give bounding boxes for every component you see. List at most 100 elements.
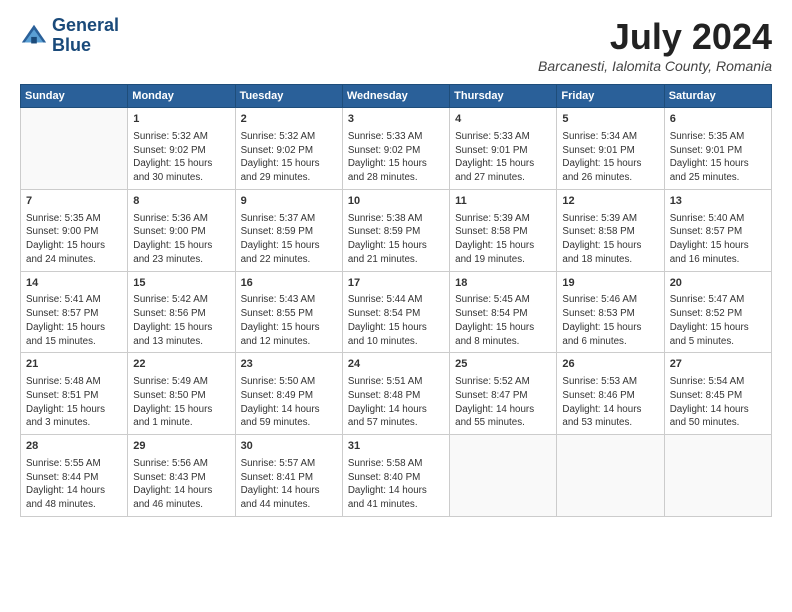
calendar-cell: 18Sunrise: 5:45 AM Sunset: 8:54 PM Dayli…	[450, 271, 557, 353]
day-number: 11	[455, 194, 551, 210]
main-title: July 2024	[538, 16, 772, 58]
calendar-cell: 26Sunrise: 5:53 AM Sunset: 8:46 PM Dayli…	[557, 353, 664, 435]
day-info: Sunrise: 5:43 AM Sunset: 8:55 PM Dayligh…	[241, 293, 337, 348]
weekday-header: Saturday	[664, 85, 771, 108]
calendar-cell: 25 Sunrise: 5:52 AM Sunset: 8:47 PM Dayli…	[450, 353, 557, 435]
weekday-header: Thursday	[450, 85, 557, 108]
calendar-cell: 23Sunrise: 5:50 AM Sunset: 8:49 PM Dayli…	[235, 353, 342, 435]
day-number: 26	[562, 357, 658, 373]
day-number: 27	[670, 357, 766, 373]
calendar-cell: 7 Sunrise: 5:35 AM Sunset: 9:00 PM Daylig…	[21, 189, 128, 271]
calendar-cell: 15Sunrise: 5:42 AM Sunset: 8:56 PM Dayli…	[128, 271, 235, 353]
calendar-cell: 3 Sunrise: 5:33 AM Sunset: 9:02 PM Daylig…	[342, 108, 449, 190]
calendar-cell	[450, 435, 557, 517]
calendar-cell: 19Sunrise: 5:46 AM Sunset: 8:53 PM Dayli…	[557, 271, 664, 353]
calendar-cell	[557, 435, 664, 517]
day-number: 24	[348, 357, 444, 373]
day-number: 12	[562, 194, 658, 210]
day-number: 22	[133, 357, 229, 373]
calendar-cell: 30Sunrise: 5:57 AM Sunset: 8:41 PM Dayli…	[235, 435, 342, 517]
weekday-header: Monday	[128, 85, 235, 108]
day-number: 25	[455, 357, 551, 373]
day-info: Sunrise: 5:38 AM Sunset: 8:59 PM Dayligh…	[348, 212, 444, 267]
day-number: 28	[26, 439, 122, 455]
day-info: Sunrise: 5:34 AM Sunset: 9:01 PM Dayligh…	[562, 130, 658, 185]
calendar-cell: 29 Sunrise: 5:56 AM Sunset: 8:43 PM Dayli…	[128, 435, 235, 517]
day-info: Sunrise: 5:33 AM Sunset: 9:01 PM Dayligh…	[455, 130, 551, 185]
weekday-header: Sunday	[21, 85, 128, 108]
day-number: 6	[670, 112, 766, 128]
logo-icon	[20, 22, 48, 50]
day-number: 4	[455, 112, 551, 128]
day-number: 18	[455, 276, 551, 292]
calendar: SundayMondayTuesdayWednesdayThursdayFrid…	[20, 84, 772, 517]
day-info: Sunrise: 5:55 AM Sunset: 8:44 PM Dayligh…	[26, 457, 122, 512]
calendar-header: SundayMondayTuesdayWednesdayThursdayFrid…	[21, 85, 772, 108]
calendar-cell	[21, 108, 128, 190]
calendar-week: 7 Sunrise: 5:35 AM Sunset: 9:00 PM Daylig…	[21, 189, 772, 271]
day-info: Sunrise: 5:46 AM Sunset: 8:53 PM Dayligh…	[562, 293, 658, 348]
day-info: Sunrise: 5:54 AM Sunset: 8:45 PM Dayligh…	[670, 375, 766, 430]
logo: General Blue	[20, 16, 119, 56]
calendar-cell	[664, 435, 771, 517]
day-number: 15	[133, 276, 229, 292]
day-info: Sunrise: 5:52 AM Sunset: 8:47 PM Dayligh…	[455, 375, 551, 430]
day-number: 21	[26, 357, 122, 373]
day-info: Sunrise: 5:39 AM Sunset: 8:58 PM Dayligh…	[455, 212, 551, 267]
calendar-cell: 28 Sunrise: 5:55 AM Sunset: 8:44 PM Dayli…	[21, 435, 128, 517]
day-number: 29	[133, 439, 229, 455]
day-info: Sunrise: 5:56 AM Sunset: 8:43 PM Dayligh…	[133, 457, 229, 512]
calendar-cell: 16Sunrise: 5:43 AM Sunset: 8:55 PM Dayli…	[235, 271, 342, 353]
weekday-header: Friday	[557, 85, 664, 108]
calendar-cell: 11 Sunrise: 5:39 AM Sunset: 8:58 PM Dayli…	[450, 189, 557, 271]
calendar-cell: 31 Sunrise: 5:58 AM Sunset: 8:40 PM Dayli…	[342, 435, 449, 517]
weekday-row: SundayMondayTuesdayWednesdayThursdayFrid…	[21, 85, 772, 108]
day-number: 7	[26, 194, 122, 210]
weekday-header: Wednesday	[342, 85, 449, 108]
calendar-cell: 4 Sunrise: 5:33 AM Sunset: 9:01 PM Daylig…	[450, 108, 557, 190]
day-number: 16	[241, 276, 337, 292]
header: General Blue July 2024 Barcanesti, Ialom…	[20, 16, 772, 74]
day-info: Sunrise: 5:35 AM Sunset: 9:00 PM Dayligh…	[26, 212, 122, 267]
calendar-cell: 13Sunrise: 5:40 AM Sunset: 8:57 PM Dayli…	[664, 189, 771, 271]
day-info: Sunrise: 5:47 AM Sunset: 8:52 PM Dayligh…	[670, 293, 766, 348]
calendar-week: 21 Sunrise: 5:48 AM Sunset: 8:51 PM Dayli…	[21, 353, 772, 435]
calendar-cell: 20Sunrise: 5:47 AM Sunset: 8:52 PM Dayli…	[664, 271, 771, 353]
day-number: 13	[670, 194, 766, 210]
calendar-cell: 17Sunrise: 5:44 AM Sunset: 8:54 PM Dayli…	[342, 271, 449, 353]
day-number: 31	[348, 439, 444, 455]
day-number: 8	[133, 194, 229, 210]
day-number: 9	[241, 194, 337, 210]
day-info: Sunrise: 5:37 AM Sunset: 8:59 PM Dayligh…	[241, 212, 337, 267]
day-number: 23	[241, 357, 337, 373]
day-info: Sunrise: 5:45 AM Sunset: 8:54 PM Dayligh…	[455, 293, 551, 348]
weekday-header: Tuesday	[235, 85, 342, 108]
day-info: Sunrise: 5:35 AM Sunset: 9:01 PM Dayligh…	[670, 130, 766, 185]
calendar-cell: 2Sunrise: 5:32 AM Sunset: 9:02 PM Daylig…	[235, 108, 342, 190]
calendar-week: 14Sunrise: 5:41 AM Sunset: 8:57 PM Dayli…	[21, 271, 772, 353]
title-block: July 2024 Barcanesti, Ialomita County, R…	[538, 16, 772, 74]
calendar-cell: 9 Sunrise: 5:37 AM Sunset: 8:59 PM Daylig…	[235, 189, 342, 271]
day-info: Sunrise: 5:58 AM Sunset: 8:40 PM Dayligh…	[348, 457, 444, 512]
day-number: 3	[348, 112, 444, 128]
day-info: Sunrise: 5:36 AM Sunset: 9:00 PM Dayligh…	[133, 212, 229, 267]
page: General Blue July 2024 Barcanesti, Ialom…	[0, 0, 792, 612]
calendar-week: 28 Sunrise: 5:55 AM Sunset: 8:44 PM Dayli…	[21, 435, 772, 517]
day-info: Sunrise: 5:49 AM Sunset: 8:50 PM Dayligh…	[133, 375, 229, 430]
calendar-cell: 5Sunrise: 5:34 AM Sunset: 9:01 PM Daylig…	[557, 108, 664, 190]
day-number: 2	[241, 112, 337, 128]
calendar-cell: 27 Sunrise: 5:54 AM Sunset: 8:45 PM Dayli…	[664, 353, 771, 435]
day-info: Sunrise: 5:33 AM Sunset: 9:02 PM Dayligh…	[348, 130, 444, 185]
calendar-cell: 12Sunrise: 5:39 AM Sunset: 8:58 PM Dayli…	[557, 189, 664, 271]
logo-line2: Blue	[52, 36, 119, 56]
calendar-cell: 8 Sunrise: 5:36 AM Sunset: 9:00 PM Daylig…	[128, 189, 235, 271]
calendar-cell: 22 Sunrise: 5:49 AM Sunset: 8:50 PM Dayli…	[128, 353, 235, 435]
day-info: Sunrise: 5:41 AM Sunset: 8:57 PM Dayligh…	[26, 293, 122, 348]
calendar-cell: 6 Sunrise: 5:35 AM Sunset: 9:01 PM Daylig…	[664, 108, 771, 190]
calendar-cell: 14Sunrise: 5:41 AM Sunset: 8:57 PM Dayli…	[21, 271, 128, 353]
calendar-cell: 10 Sunrise: 5:38 AM Sunset: 8:59 PM Dayli…	[342, 189, 449, 271]
day-number: 10	[348, 194, 444, 210]
day-number: 17	[348, 276, 444, 292]
day-info: Sunrise: 5:48 AM Sunset: 8:51 PM Dayligh…	[26, 375, 122, 430]
day-number: 30	[241, 439, 337, 455]
